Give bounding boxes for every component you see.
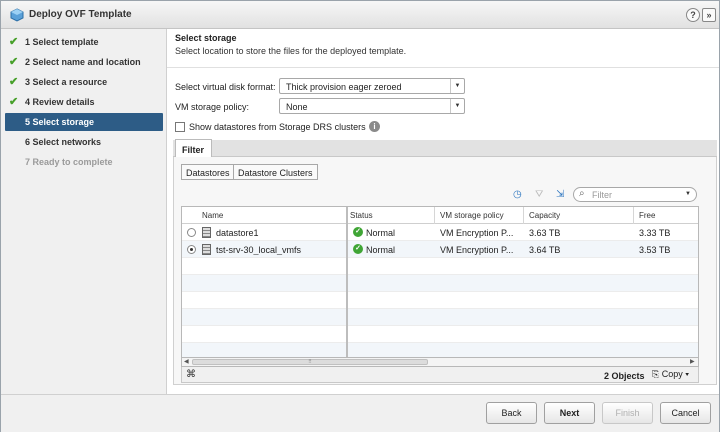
step-label: 5 Select storage xyxy=(25,117,95,127)
filter-placeholder: Filter xyxy=(592,190,612,200)
datastore-icon xyxy=(202,227,211,238)
divider xyxy=(167,67,719,68)
ovf-template-icon xyxy=(10,8,24,22)
next-button[interactable]: Next xyxy=(544,402,595,424)
info-icon[interactable]: i xyxy=(369,121,380,132)
empty-row xyxy=(182,343,698,357)
step-select-networks[interactable]: 6 Select networks xyxy=(1,133,167,151)
datastores-toggle[interactable]: Datastores xyxy=(181,164,235,180)
col-divider xyxy=(633,207,634,224)
scroll-left-icon[interactable]: ◀ xyxy=(184,358,189,365)
disk-format-value: Thick provision eager zeroed xyxy=(286,82,402,92)
page-title: Select storage xyxy=(175,33,237,43)
disk-format-label: Select virtual disk format: xyxy=(175,82,276,92)
export-icon[interactable]: ⇲ xyxy=(556,189,564,200)
step-label: 7 Ready to complete xyxy=(25,157,113,167)
copy-button[interactable]: ⎘ Copy ▾ xyxy=(652,369,689,380)
check-icon: ✔ xyxy=(9,76,19,88)
step-label: 2 Select name and location xyxy=(25,57,141,67)
cell-status: Normal xyxy=(366,228,396,238)
step-ready-to-complete: 7 Ready to complete xyxy=(1,153,167,171)
cell-name: datastore1 xyxy=(216,228,259,238)
clear-filter-icon[interactable]: ⛛ xyxy=(535,189,543,200)
cell-policy: VM Encryption P... xyxy=(440,245,514,255)
page-subtitle: Select location to store the files for t… xyxy=(175,46,407,56)
empty-row xyxy=(182,326,698,343)
object-count: 2 Objects xyxy=(604,371,645,381)
dialog-title: Deploy OVF Template xyxy=(29,9,132,20)
refresh-clock-icon[interactable]: ◷ xyxy=(513,189,522,200)
main-panel: Select storage Select location to store … xyxy=(167,29,719,394)
col-policy[interactable]: VM storage policy xyxy=(440,211,504,220)
cell-capacity: 3.63 TB xyxy=(529,228,561,238)
row-radio-selected[interactable] xyxy=(187,245,196,254)
wizard-steps: ✔ 1 Select template ✔ 2 Select name and … xyxy=(1,29,167,394)
col-divider xyxy=(434,207,435,224)
datastore-icon xyxy=(202,244,211,255)
step-label: 3 Select a resource xyxy=(25,77,108,87)
title-bar: Deploy OVF Template ? » xyxy=(1,1,719,29)
chevron-down-icon: ▼ xyxy=(450,79,464,93)
sdrs-checkbox[interactable] xyxy=(175,122,185,132)
horizontal-scrollbar[interactable]: ◀ ⠿ ▶ xyxy=(181,358,699,367)
datastore-clusters-toggle[interactable]: Datastore Clusters xyxy=(233,164,318,180)
empty-row xyxy=(182,258,698,275)
table-row[interactable]: tst-srv-30_local_vmfs ✓ Normal VM Encryp… xyxy=(182,241,698,258)
finish-button: Finish xyxy=(602,402,653,424)
table-header: Name Status VM storage policy Capacity F… xyxy=(182,207,698,224)
step-label: 1 Select template xyxy=(25,37,99,47)
ok-status-icon: ✓ xyxy=(353,227,363,237)
check-icon: ✔ xyxy=(9,36,19,48)
policy-select[interactable]: None ▼ xyxy=(279,98,465,114)
col-name[interactable]: Name xyxy=(202,211,223,220)
expand-button[interactable]: » xyxy=(702,8,716,22)
chevron-down-icon: ▼ xyxy=(450,99,464,113)
empty-row xyxy=(182,309,698,326)
sdrs-label: Show datastores from Storage DRS cluster… xyxy=(189,122,366,132)
scroll-thumb[interactable]: ⠿ xyxy=(192,359,428,365)
tab-bar xyxy=(173,140,717,157)
disk-format-select[interactable]: Thick provision eager zeroed ▼ xyxy=(279,78,465,94)
back-button[interactable]: Back xyxy=(486,402,537,424)
cell-free: 3.53 TB xyxy=(639,245,671,255)
col-status[interactable]: Status xyxy=(350,211,373,220)
tab-filter[interactable]: Filter xyxy=(175,139,212,158)
cell-status: Normal xyxy=(366,245,396,255)
step-label: 6 Select networks xyxy=(25,137,102,147)
step-select-name-location[interactable]: ✔ 2 Select name and location xyxy=(1,53,167,71)
policy-value: None xyxy=(286,102,308,112)
row-radio[interactable] xyxy=(187,228,196,237)
table-status-bar: ⌘ 2 Objects ⎘ Copy ▾ xyxy=(181,367,699,383)
policy-label: VM storage policy: xyxy=(175,102,250,112)
help-button[interactable]: ? xyxy=(686,8,700,22)
step-select-storage[interactable]: 5 Select storage xyxy=(5,113,163,131)
cell-name: tst-srv-30_local_vmfs xyxy=(216,245,302,255)
search-icon: ⌕ xyxy=(579,188,585,199)
scroll-right-icon[interactable]: ▶ xyxy=(690,358,695,365)
table-row[interactable]: datastore1 ✓ Normal VM Encryption P... 3… xyxy=(182,224,698,241)
col-capacity[interactable]: Capacity xyxy=(529,211,560,220)
col-divider xyxy=(523,207,524,224)
binoculars-icon[interactable]: ⌘ xyxy=(186,369,196,380)
cell-policy: VM Encryption P... xyxy=(440,228,514,238)
step-select-resource[interactable]: ✔ 3 Select a resource xyxy=(1,73,167,91)
empty-row xyxy=(182,292,698,309)
wizard-footer: Back Next Finish Cancel xyxy=(1,394,719,432)
check-icon: ✔ xyxy=(9,96,19,108)
step-select-template[interactable]: ✔ 1 Select template xyxy=(1,33,167,51)
cell-free: 3.33 TB xyxy=(639,228,671,238)
step-label: 4 Review details xyxy=(25,97,95,107)
chevron-down-icon: ▼ xyxy=(685,191,691,197)
cell-capacity: 3.64 TB xyxy=(529,245,561,255)
frozen-column-divider[interactable] xyxy=(346,207,348,357)
cancel-button[interactable]: Cancel xyxy=(660,402,711,424)
ok-status-icon: ✓ xyxy=(353,244,363,254)
filter-input[interactable]: ⌕ Filter ▼ xyxy=(573,187,697,202)
datastore-table: Name Status VM storage policy Capacity F… xyxy=(181,206,699,358)
check-icon: ✔ xyxy=(9,56,19,68)
deploy-ovf-dialog: Deploy OVF Template ? » ✔ 1 Select templ… xyxy=(0,0,720,432)
empty-row xyxy=(182,275,698,292)
col-free[interactable]: Free xyxy=(639,211,655,220)
step-review-details[interactable]: ✔ 4 Review details xyxy=(1,93,167,111)
